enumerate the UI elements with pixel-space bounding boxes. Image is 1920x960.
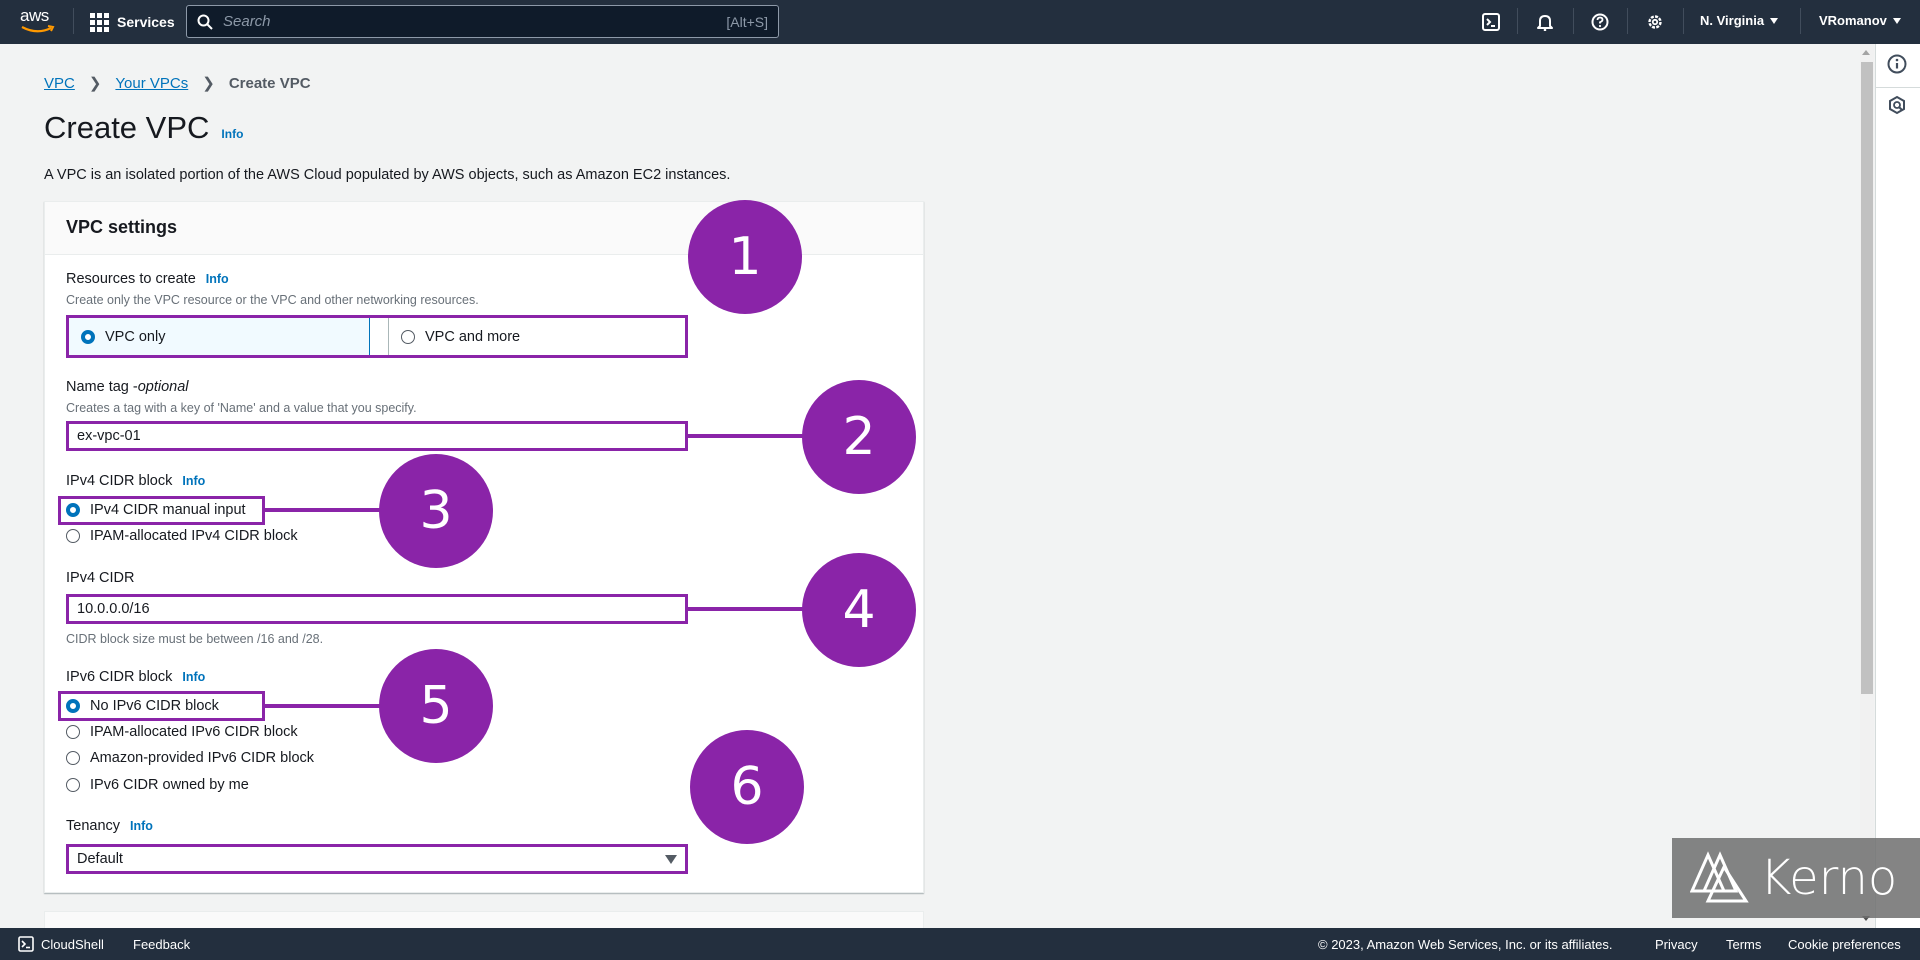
nav-divider [1800,8,1801,34]
info-icon [1887,54,1907,74]
services-menu-button[interactable]: Services [90,10,175,34]
privacy-link[interactable]: Privacy [1655,937,1698,952]
radio-selected-icon [81,329,95,344]
rail-divider [1876,87,1920,88]
right-utility-rail [1875,44,1920,928]
radio-selected-icon [66,503,80,517]
annotation-badge-4: 4 [802,553,916,667]
tile-vpc-and-more[interactable]: VPC and more [388,318,685,355]
ipv4-cidr-input[interactable]: 10.0.0.0/16 [66,594,688,624]
breadcrumb-vpc[interactable]: VPC [44,75,75,92]
radio-unselected-icon [66,725,80,739]
aws-logo[interactable]: aws [20,6,56,38]
scrollbar-thumb[interactable] [1861,62,1873,694]
resources-label: Resources to create Info [66,271,229,287]
search-placeholder: Search [223,13,271,30]
footer: CloudShell Feedback © 2023, Amazon Web S… [0,928,1920,960]
radio-ipv6-ipam[interactable]: IPAM-allocated IPv6 CIDR block [66,724,298,740]
name-tag-hint: Creates a tag with a key of 'Name' and a… [66,401,417,415]
nav-divider [1573,8,1574,34]
ipv4-cidr-hint: CIDR block size must be between /16 and … [66,632,324,646]
caret-down-icon [1892,17,1901,24]
breadcrumb: VPC ❯ Your VPCs ❯ Create VPC [44,74,311,93]
caret-down-icon [665,854,677,864]
scroll-up-arrow-icon[interactable] [1862,50,1870,55]
help-icon [1591,13,1609,31]
cookie-preferences-link[interactable]: Cookie preferences [1788,937,1901,952]
feedback-link[interactable]: Feedback [133,937,190,952]
radio-unselected-icon [66,529,80,543]
radio-ipv6-owned[interactable]: IPv6 CIDR owned by me [66,777,249,793]
info-panel-button[interactable] [1886,53,1908,75]
radio-selected-icon [66,699,80,713]
search-input[interactable]: Search [Alt+S] [186,5,779,38]
annotation-connector [265,508,383,512]
resources-hint: Create only the VPC resource or the VPC … [66,293,479,307]
page-description: A VPC is an isolated portion of the AWS … [44,167,731,183]
info-link[interactable]: Info [221,127,243,141]
annotation-badge-3: 3 [379,454,493,568]
search-icon [197,14,213,30]
search-shortcut: [Alt+S] [726,13,768,30]
caret-down-icon [1770,17,1779,24]
nav-divider [73,8,74,34]
page-title-row: Create VPC Info [44,110,243,146]
cloudshell-footer-button[interactable]: CloudShell [18,936,104,952]
annotation-badge-6: 6 [690,730,804,844]
info-link[interactable]: Info [130,819,153,833]
top-navigation: aws Services Search [Alt+S] N. Virginia … [0,0,1920,44]
aws-smile-icon [21,25,55,33]
name-tag-input[interactable]: ex-vpc-01 [66,421,688,451]
info-link[interactable]: Info [182,670,205,684]
nav-divider [1517,8,1518,34]
chevron-right-icon: ❯ [88,75,102,92]
cloudshell-icon [1482,13,1500,31]
annotation-badge-5: 5 [379,649,493,763]
ipv4-cidr-label: IPv4 CIDR [66,570,135,586]
radio-ipv6-amazon[interactable]: Amazon-provided IPv6 CIDR block [66,750,314,766]
radio-ipv4-manual[interactable]: IPv4 CIDR manual input [66,502,246,518]
ipv4-block-label: IPv4 CIDR block Info [66,473,206,489]
resources-panel-button[interactable] [1886,94,1908,116]
account-menu[interactable]: VRomanov [1819,13,1901,28]
radio-ipv4-ipam[interactable]: IPAM-allocated IPv4 CIDR block [66,528,298,544]
bell-icon [1537,15,1553,31]
info-link[interactable]: Info [206,272,229,286]
kerno-logo-icon [1690,851,1749,903]
radio-unselected-icon [66,778,80,792]
chevron-right-icon: ❯ [202,75,215,92]
resources-tiles: VPC only VPC and more [66,315,688,358]
grid-icon [90,12,109,32]
copyright-text: © 2023, Amazon Web Services, Inc. or its… [1318,937,1613,952]
help-button[interactable] [1588,10,1612,34]
breadcrumb-your-vpcs[interactable]: Your VPCs [115,75,188,92]
radio-no-ipv6[interactable]: No IPv6 CIDR block [66,698,219,714]
cloudshell-button[interactable] [1479,10,1503,34]
name-tag-label: Name tag - optional [66,379,189,395]
tile-vpc-only[interactable]: VPC only [69,318,370,355]
page-title: Create VPC [44,110,210,145]
terms-link[interactable]: Terms [1726,937,1761,952]
tenancy-select[interactable]: Default [66,844,688,874]
annotation-connector [688,607,806,611]
hexagon-icon [1889,95,1905,115]
annotation-badge-2: 2 [802,380,916,494]
annotation-badge-1: 1 [688,200,802,314]
tenancy-label: Tenancy Info [66,818,153,834]
radio-unselected-icon [401,329,415,344]
nav-divider [1683,8,1684,34]
settings-icon [1648,15,1662,29]
nav-divider [1627,8,1628,34]
settings-button[interactable] [1643,10,1667,34]
annotation-connector [688,434,806,438]
notifications-button[interactable] [1533,10,1557,34]
radio-unselected-icon [66,751,80,765]
info-link[interactable]: Info [182,474,205,488]
cloudshell-icon [18,936,34,952]
kerno-watermark: Kerno [1672,838,1920,918]
annotation-connector [265,704,383,708]
breadcrumb-current: Create VPC [228,74,311,92]
region-selector[interactable]: N. Virginia [1700,13,1779,28]
ipv6-block-label: IPv6 CIDR block Info [66,669,206,685]
